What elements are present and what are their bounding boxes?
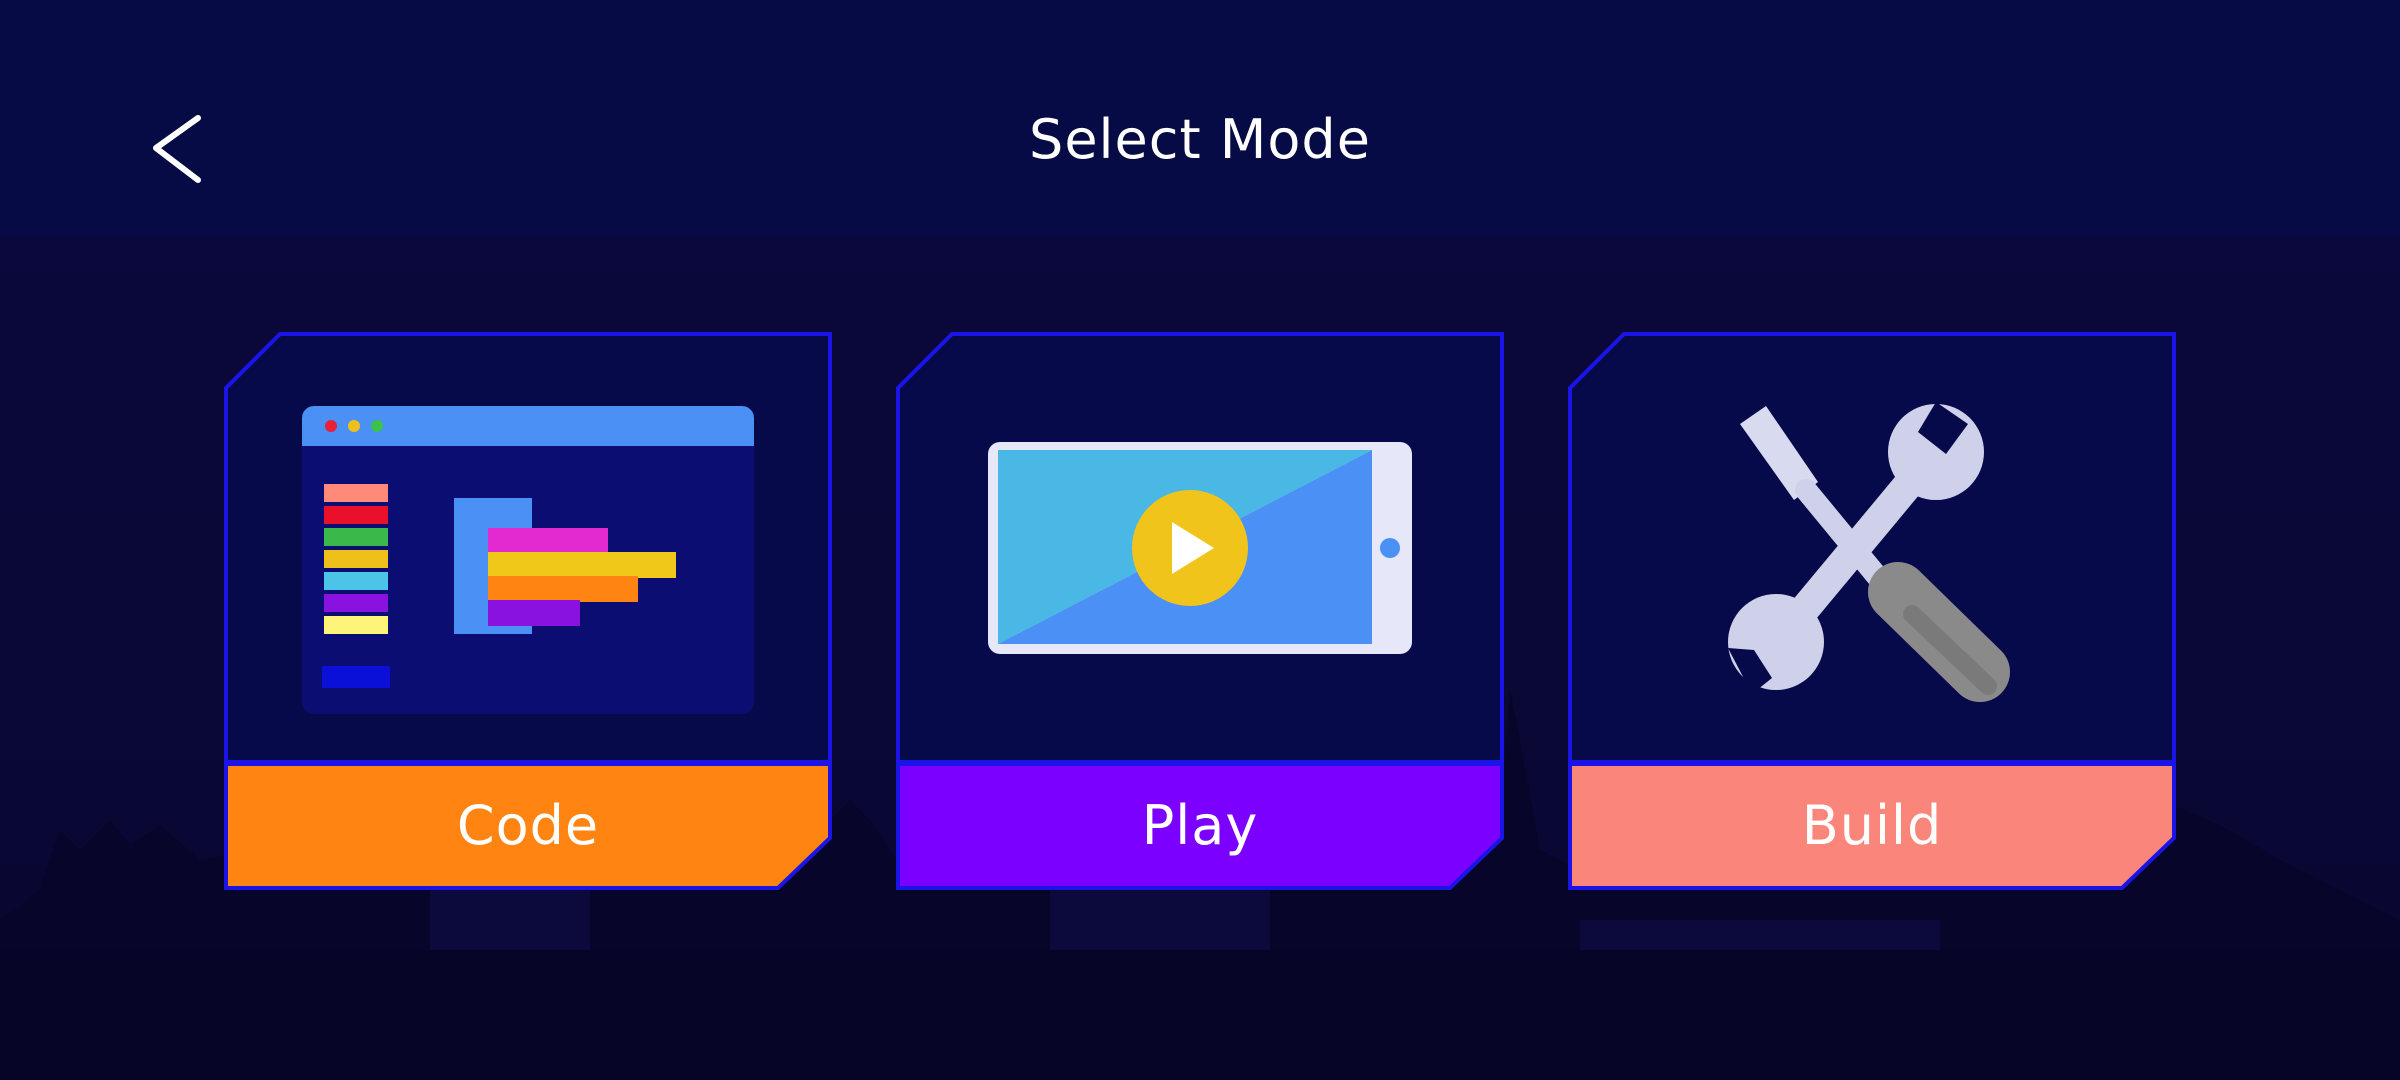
mode-label-build: Build [1801,794,1943,857]
select-mode-screen: Select Mode Code Play Build [0,0,2400,1080]
code-editor-icon [224,332,832,762]
mode-label-play: Play [1141,794,1259,857]
mode-label-code: Code [456,794,600,857]
tablet-video-play-icon [896,332,1504,762]
header-bar: Select Mode [0,0,2400,236]
mode-card-code[interactable]: Code [224,332,832,890]
mode-card-build[interactable]: Build [1568,332,2176,890]
tools-wrench-screwdriver-icon [1568,332,2176,762]
mode-card-play[interactable]: Play [896,332,1504,890]
page-title: Select Mode [1029,108,1371,171]
